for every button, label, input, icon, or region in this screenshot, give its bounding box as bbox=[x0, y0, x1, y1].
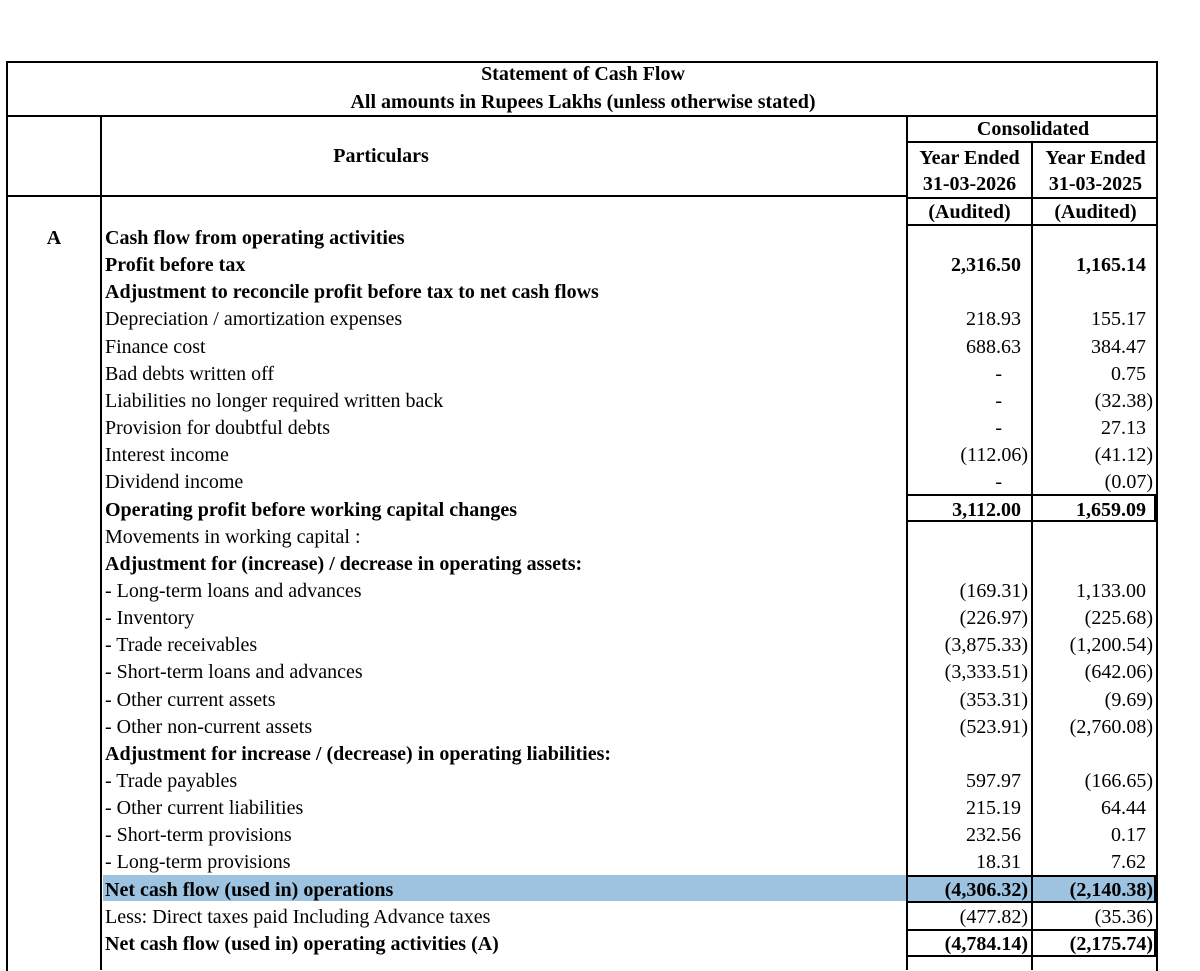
row-label: - Trade receivables bbox=[105, 634, 258, 656]
row-value-2025: 155.17 bbox=[1091, 308, 1146, 330]
row-label: - Long-term provisions bbox=[105, 851, 291, 873]
row-label: - Long-term loans and advances bbox=[105, 580, 362, 602]
row-value-2026: - bbox=[995, 363, 1002, 385]
row-label: Adjustment for increase / (decrease) in … bbox=[105, 743, 612, 765]
row-value-2025: (2,175.74) bbox=[1069, 933, 1153, 955]
row-value-2026: (169.31) bbox=[959, 580, 1028, 602]
statement-title: Statement of Cash Flow bbox=[481, 63, 685, 85]
row-value-2026: 597.97 bbox=[966, 770, 1021, 792]
row-value-2025: 1,165.14 bbox=[1076, 254, 1146, 276]
col1-header-line2: 31-03-2026 bbox=[922, 173, 1017, 195]
row-label: Profit before tax bbox=[105, 254, 246, 276]
row-value-2025: (35.36) bbox=[1094, 906, 1153, 928]
row-label: Interest income bbox=[105, 444, 229, 466]
row-label: Movements in working capital : bbox=[105, 526, 361, 548]
row-label: Adjustment for (increase) / decrease in … bbox=[105, 553, 583, 575]
row-label: Liabilities no longer required written b… bbox=[105, 390, 444, 412]
row-label: Provision for doubtful debts bbox=[105, 417, 330, 439]
row-value-2026: - bbox=[995, 471, 1002, 493]
row-value-2025: 64.44 bbox=[1101, 797, 1146, 819]
row-value-2026: 18.31 bbox=[976, 851, 1021, 873]
row-label: - Other non-current assets bbox=[105, 716, 313, 738]
row-value-2026: (3,875.33) bbox=[944, 634, 1028, 656]
statement-subtitle: All amounts in Rupees Lakhs (unless othe… bbox=[350, 91, 816, 113]
consolidated-header: Consolidated bbox=[976, 118, 1090, 140]
header-divider-particulars bbox=[100, 195, 908, 197]
col2-header-line1: Year Ended bbox=[1045, 147, 1146, 169]
row-label: Less: Direct taxes paid Including Advanc… bbox=[105, 906, 491, 928]
header-divider-left bbox=[6, 195, 102, 197]
row-value-2026: (3,333.51) bbox=[944, 661, 1028, 683]
row-value-2025: (166.65) bbox=[1084, 770, 1153, 792]
row-value-2025: 1,659.09 bbox=[1076, 499, 1146, 521]
row-value-2025: (9.69) bbox=[1104, 689, 1153, 711]
row-value-2025: 0.75 bbox=[1111, 363, 1146, 385]
row-value-2025: (0.07) bbox=[1104, 471, 1153, 493]
row-label: Depreciation / amortization expenses bbox=[105, 308, 403, 330]
col2-header-line2: 31-03-2025 bbox=[1048, 173, 1143, 195]
row-label: Operating profit before working capital … bbox=[105, 499, 518, 521]
row-value-2026: 2,316.50 bbox=[951, 254, 1021, 276]
row-label: - Trade payables bbox=[105, 770, 238, 792]
row-value-2026: (4,784.14) bbox=[944, 933, 1028, 955]
row-label: - Other current liabilities bbox=[105, 797, 304, 819]
particulars-header: Particulars bbox=[333, 145, 429, 167]
row-value-2025: (32.38) bbox=[1094, 390, 1153, 412]
row-value-2026: (4,306.32) bbox=[944, 879, 1028, 901]
row-label: Adjustment to reconcile profit before ta… bbox=[105, 281, 599, 303]
row-value-2025: (2,760.08) bbox=[1069, 716, 1153, 738]
col1-header-line1: Year Ended bbox=[919, 147, 1020, 169]
row-value-2025: (225.68) bbox=[1084, 607, 1153, 629]
row-value-2026: (226.97) bbox=[959, 607, 1028, 629]
col2-header-line3: (Audited) bbox=[1054, 201, 1137, 223]
row-value-2026: 218.93 bbox=[966, 308, 1021, 330]
row-label: Net cash flow (used in) operations bbox=[105, 879, 394, 901]
row-value-2026: - bbox=[995, 417, 1002, 439]
row-value-2025: 27.13 bbox=[1101, 417, 1146, 439]
row-value-2026: (353.31) bbox=[959, 689, 1028, 711]
row-value-2026: 688.63 bbox=[966, 336, 1021, 358]
row-value-2025: (41.12) bbox=[1094, 444, 1153, 466]
row-label: - Other current assets bbox=[105, 689, 276, 711]
row-label: Dividend income bbox=[105, 471, 244, 493]
row-value-2025: 7.62 bbox=[1111, 851, 1146, 873]
row-value-2025: 0.17 bbox=[1111, 824, 1146, 846]
row-value-2026: - bbox=[995, 390, 1002, 412]
row-label: Bad debts written off bbox=[105, 363, 275, 385]
row-label: Finance cost bbox=[105, 336, 206, 358]
row-value-2026: (112.06) bbox=[960, 444, 1028, 466]
row-value-2026: 215.19 bbox=[966, 797, 1021, 819]
row-value-2026: (523.91) bbox=[959, 716, 1028, 738]
row-value-2025: (1,200.54) bbox=[1069, 634, 1153, 656]
row-value-2025: 1,133.00 bbox=[1076, 580, 1146, 602]
row-value-2025: (642.06) bbox=[1084, 661, 1153, 683]
row-value-2026: (477.82) bbox=[959, 906, 1028, 928]
row-value-2025: 384.47 bbox=[1091, 336, 1146, 358]
row-value-2026: 3,112.00 bbox=[952, 499, 1021, 521]
row-label: - Short-term provisions bbox=[105, 824, 292, 846]
row-label: - Inventory bbox=[105, 607, 195, 629]
section-label: A bbox=[46, 227, 62, 249]
row-label: Cash flow from operating activities bbox=[105, 227, 405, 249]
row-value-2025: (2,140.38) bbox=[1069, 879, 1153, 901]
row-label: Net cash flow (used in) operating activi… bbox=[105, 933, 499, 955]
row-label: - Short-term loans and advances bbox=[105, 661, 363, 683]
col1-header-line3: (Audited) bbox=[928, 201, 1011, 223]
row-value-2026: 232.56 bbox=[966, 824, 1021, 846]
